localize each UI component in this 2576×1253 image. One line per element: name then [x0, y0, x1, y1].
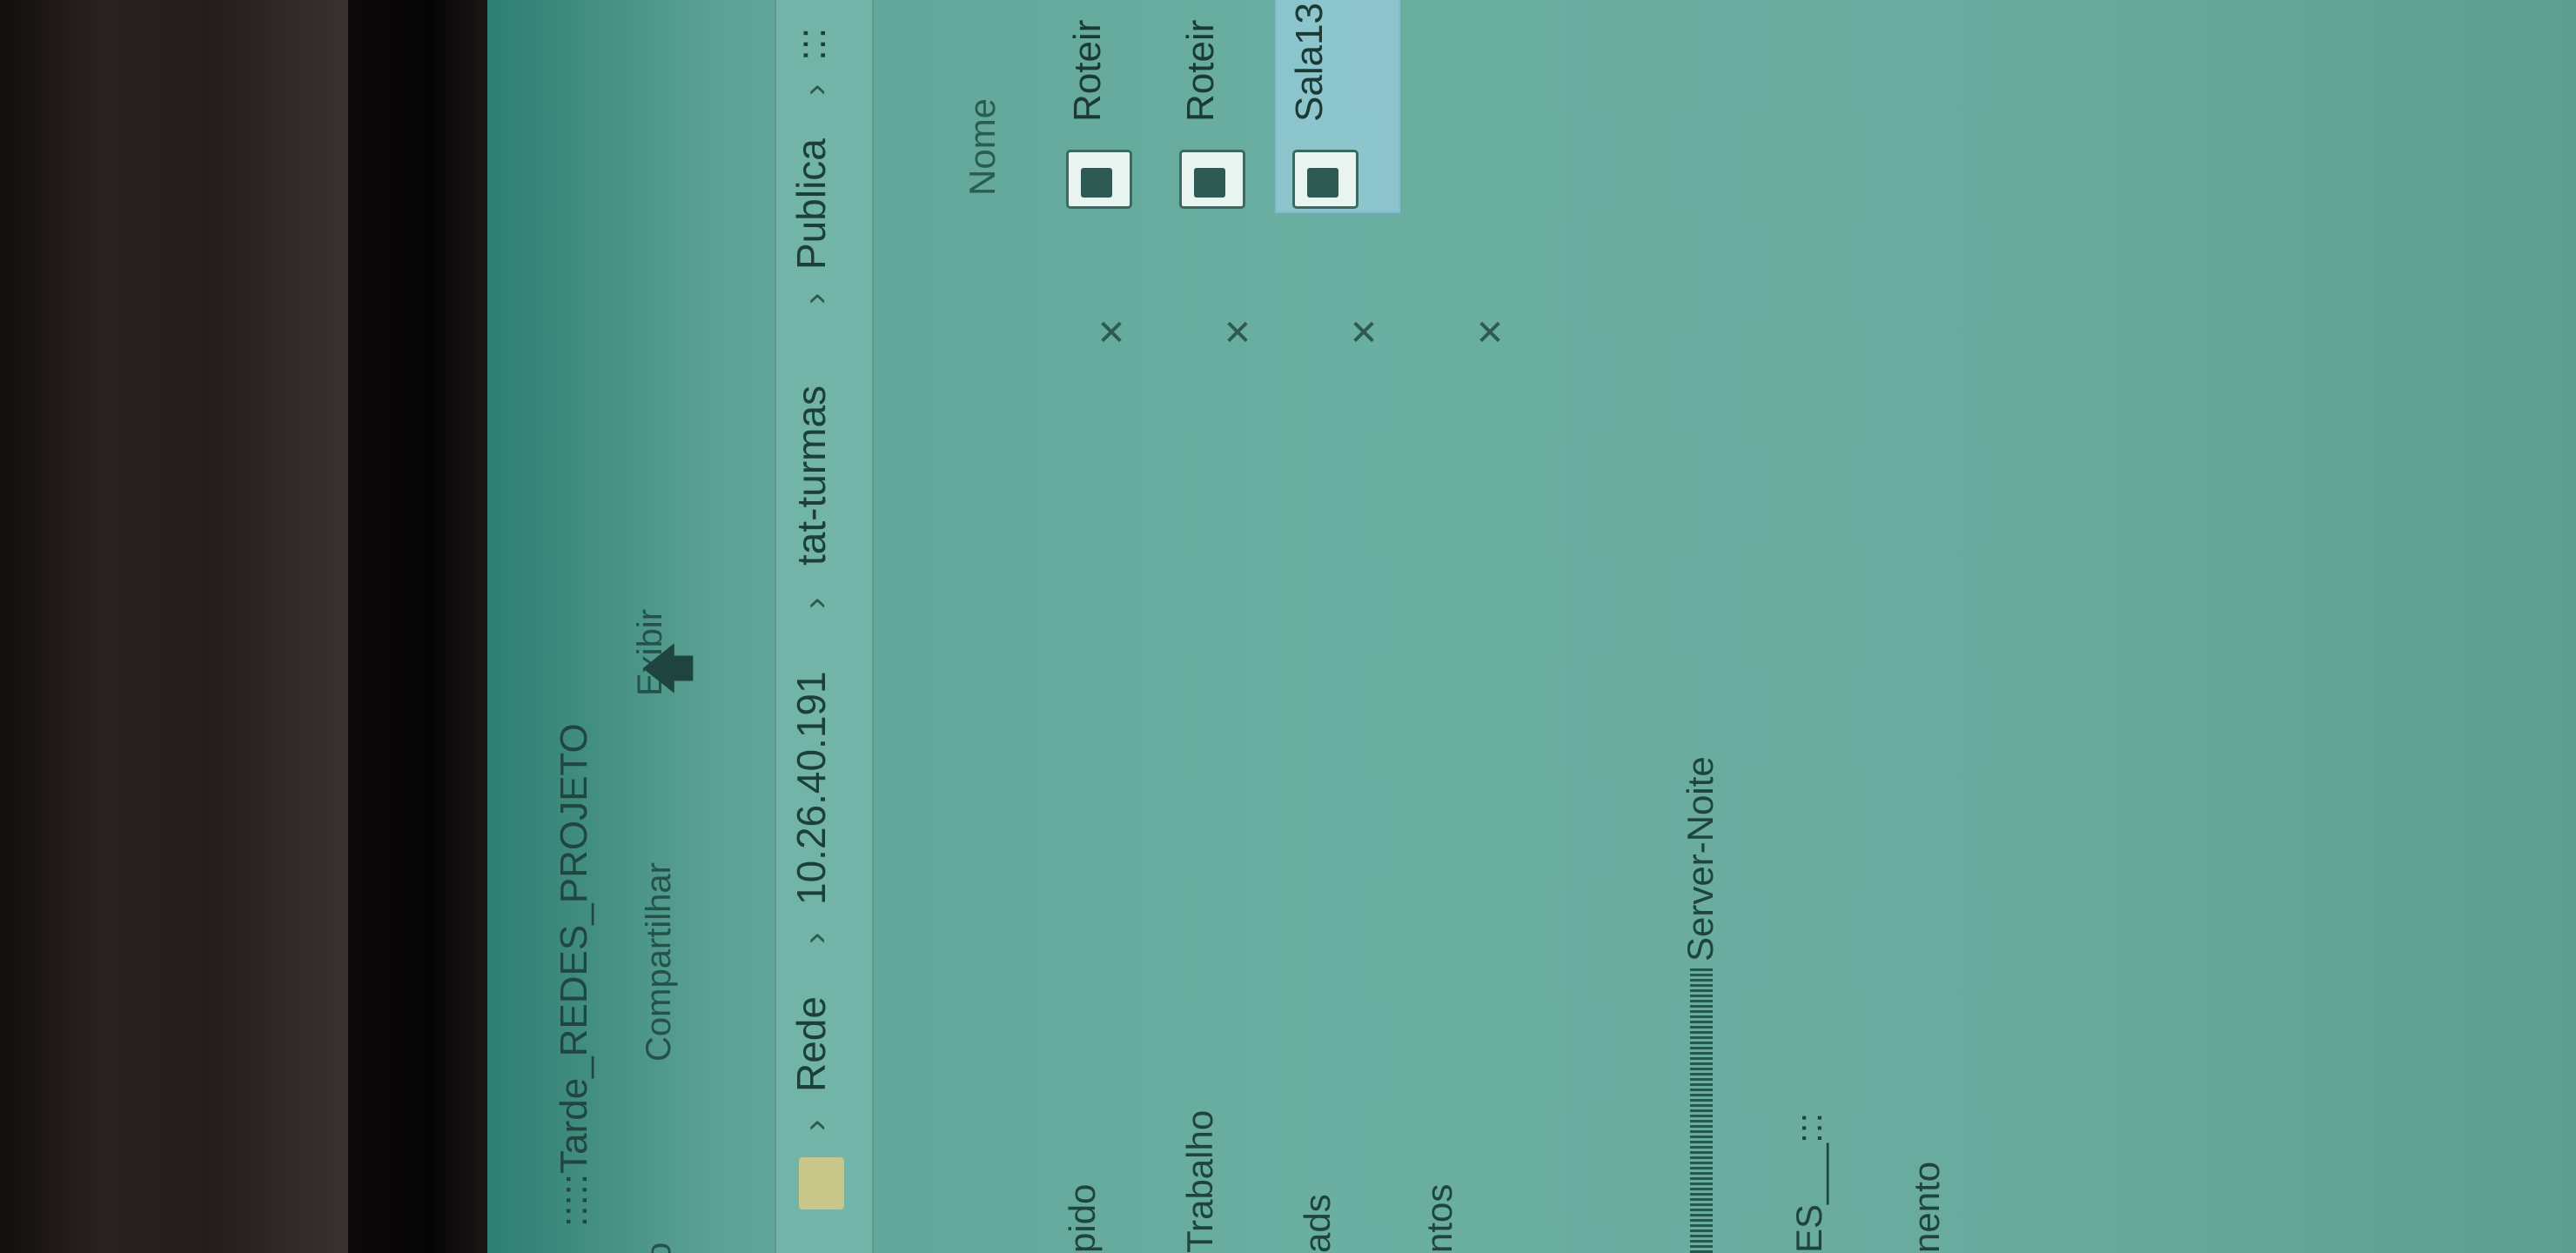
- document-icon: [1066, 150, 1132, 209]
- breadcrumb-separator: ›: [796, 597, 835, 609]
- mouse-cursor-icon: 🡄: [640, 640, 696, 700]
- breadcrumb-next[interactable]: :::: [788, 28, 835, 61]
- nav-item-trabalho[interactable]: Trabalho: [1179, 1110, 1221, 1253]
- pin-icon[interactable]: ✕: [1349, 313, 1379, 353]
- breadcrumb-ip[interactable]: 10.26.40.191: [788, 671, 835, 905]
- file-explorer-window: :::::Tarde_REDES_PROJETO o Compartilhar …: [487, 0, 2576, 1253]
- breadcrumb-separator: ›: [796, 292, 835, 305]
- pin-icon[interactable]: ✕: [1097, 313, 1126, 353]
- monitor-bezel-inner: [348, 0, 487, 1253]
- pin-icon[interactable]: ✕: [1223, 313, 1252, 353]
- nav-item-server-prefix: [1690, 966, 1713, 1253]
- breadcrumb-tat-turmas[interactable]: tat-turmas: [788, 385, 835, 566]
- nav-item-nento[interactable]: nento: [1906, 1162, 1948, 1253]
- nav-item-quick-access[interactable]: pido: [1062, 1184, 1104, 1253]
- file-name: Sala13: [1288, 2, 1331, 122]
- tab-partial[interactable]: o: [640, 1243, 679, 1253]
- breadcrumb-rede[interactable]: Rede: [788, 996, 835, 1092]
- nav-item-documentos[interactable]: ntos: [1419, 1184, 1460, 1253]
- window-title: :::::Tarde_REDES_PROJETO: [553, 723, 595, 1227]
- breadcrumb-publica[interactable]: Publica: [788, 138, 835, 270]
- column-header-name[interactable]: Nome: [962, 98, 1003, 196]
- file-name: Roteir: [1066, 19, 1109, 122]
- breadcrumb-separator: ›: [796, 84, 835, 96]
- document-icon: [1179, 150, 1245, 209]
- folder-icon: [799, 1157, 844, 1209]
- nav-item-server-noite[interactable]: Server-Noite: [1680, 756, 1721, 962]
- nav-item-es[interactable]: ES___:::: [1788, 1113, 1830, 1253]
- monitor-bezel-outer: [0, 0, 348, 1253]
- screen: :::::Tarde_REDES_PROJETO o Compartilhar …: [487, 0, 2576, 1253]
- pin-icon[interactable]: ✕: [1475, 313, 1505, 353]
- file-name: Roteir: [1179, 19, 1222, 122]
- breadcrumb-separator: ›: [796, 1119, 835, 1131]
- tab-share[interactable]: Compartilhar: [640, 862, 679, 1062]
- document-icon: [1292, 150, 1358, 209]
- nav-item-downloads[interactable]: ads: [1297, 1194, 1338, 1253]
- breadcrumb-separator: ›: [796, 932, 835, 944]
